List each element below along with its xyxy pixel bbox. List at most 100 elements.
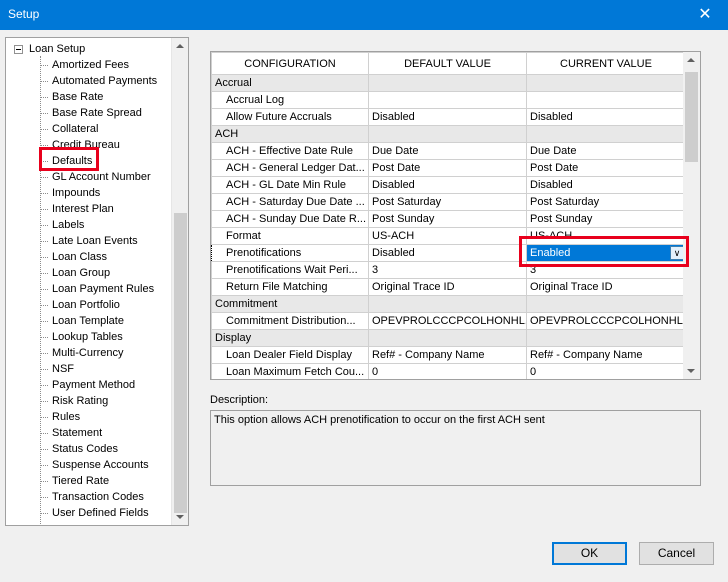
- tree-item-label: Loan Payment Rules: [52, 283, 155, 295]
- table-row[interactable]: Commitment Distribution... OPEVPROLCCCPCO…: [211, 312, 686, 330]
- tree-item[interactable]: Loan Template: [40, 313, 124, 329]
- tree-item-label: NSF: [52, 363, 74, 375]
- tree-connector: [40, 496, 48, 498]
- tree-item[interactable]: Interest Plan: [40, 201, 114, 217]
- tree-connector: [40, 400, 48, 402]
- description-text: This option allows ACH prenotification t…: [210, 410, 701, 486]
- config-cell[interactable]: ACH - GL Date Min Rule: [211, 176, 369, 194]
- tree-item[interactable]: Automated Payments: [40, 73, 157, 89]
- current-value-cell[interactable]: Post Saturday: [526, 193, 686, 211]
- table-row[interactable]: ACH - General Ledger Dat... Post Date Post…: [211, 159, 686, 177]
- tree-item[interactable]: Status Codes: [40, 441, 118, 457]
- config-cell[interactable]: Return File Matching: [211, 278, 369, 296]
- config-cell[interactable]: Accrual Log: [211, 91, 369, 109]
- tree-item-label: Suspense Accounts: [52, 459, 149, 471]
- tree-node-label: Loan Setup: [29, 43, 86, 55]
- tree-item[interactable]: Labels: [40, 217, 84, 233]
- config-cell[interactable]: Prenotifications: [211, 244, 369, 262]
- tree-item[interactable]: Multi-Currency: [40, 345, 124, 361]
- config-cell[interactable]: Allow Future Accruals: [211, 108, 369, 126]
- tree-item[interactable]: Collateral: [40, 121, 98, 137]
- grid-scrollbar[interactable]: [683, 52, 700, 379]
- scroll-thumb[interactable]: [685, 72, 698, 162]
- tree-item[interactable]: Amortized Fees: [40, 57, 129, 73]
- column-header-configuration[interactable]: CONFIGURATION: [211, 52, 369, 75]
- tree-item[interactable]: Loan Class: [40, 249, 107, 265]
- scroll-up-icon[interactable]: [176, 44, 184, 48]
- table-row[interactable]: ACH - Sunday Due Date R... Post Sunday Pos…: [211, 210, 686, 228]
- config-cell[interactable]: Loan Maximum Fetch Cou...: [211, 363, 369, 379]
- cancel-button[interactable]: Cancel: [639, 542, 714, 565]
- tree-item-label: Rules: [52, 411, 81, 423]
- current-value-cell[interactable]: Disabled: [526, 176, 686, 194]
- tree-item[interactable]: Lookup Tables: [40, 329, 123, 345]
- table-row[interactable]: ACH - GL Date Min Rule Disabled Disabled: [211, 176, 686, 194]
- close-icon[interactable]: ✕: [682, 0, 728, 30]
- group-row[interactable]: Display: [211, 329, 686, 347]
- tree-node-loan-setup[interactable]: Loan Setup: [14, 42, 85, 56]
- group-row[interactable]: Commitment: [211, 295, 686, 313]
- scroll-thumb[interactable]: [174, 213, 187, 513]
- column-header-default-value[interactable]: DEFAULT VALUE: [368, 52, 527, 75]
- config-cell[interactable]: Format: [211, 227, 369, 245]
- scroll-up-icon[interactable]: [687, 58, 695, 62]
- tree-item[interactable]: Rules: [40, 409, 80, 425]
- config-cell[interactable]: Prenotifications Wait Peri...: [211, 261, 369, 279]
- current-value-cell[interactable]: OPEVPROLCCCPCOLHONHL...: [526, 312, 686, 330]
- description-label: Description:: [210, 394, 269, 406]
- tree-item-label: User Defined Fields: [52, 507, 149, 519]
- group-row[interactable]: Accrual: [211, 74, 686, 92]
- current-value-cell[interactable]: Post Sunday: [526, 210, 686, 228]
- config-cell[interactable]: ACH - Effective Date Rule: [211, 142, 369, 160]
- table-row[interactable]: ACH - Saturday Due Date ... Post Saturday…: [211, 193, 686, 211]
- config-grid[interactable]: CONFIGURATION DEFAULT VALUE CURRENT VALU…: [210, 51, 701, 380]
- current-value-cell[interactable]: Disabled: [526, 108, 686, 126]
- scroll-down-icon[interactable]: [687, 369, 695, 373]
- config-cell[interactable]: Loan Dealer Field Display: [211, 346, 369, 364]
- table-row[interactable]: ACH - Effective Date Rule Due Date Due Dat…: [211, 142, 686, 160]
- tree-item[interactable]: Impounds: [40, 185, 100, 201]
- tree-item[interactable]: Base Rate Spread: [40, 105, 142, 121]
- current-value-cell[interactable]: Due Date: [526, 142, 686, 160]
- current-value-cell[interactable]: [526, 91, 686, 109]
- config-cell[interactable]: ACH - General Ledger Dat...: [211, 159, 369, 177]
- tree-item-label: Status Codes: [52, 443, 119, 455]
- table-row[interactable]: Return File Matching Original Trace ID Ori…: [211, 278, 686, 296]
- table-row[interactable]: Loan Maximum Fetch Cou... 0 0: [211, 363, 686, 379]
- group-row[interactable]: ACH: [211, 125, 686, 143]
- tree-connector: [40, 112, 48, 114]
- tree-item-label: Transaction Codes: [52, 491, 144, 503]
- column-header-current-value[interactable]: CURRENT VALUE: [526, 52, 686, 75]
- collapse-icon[interactable]: [14, 44, 23, 54]
- tree-scrollbar[interactable]: [171, 38, 188, 525]
- tree-item[interactable]: Base Rate: [40, 89, 103, 105]
- tree-node-tools-setup[interactable]: Tools Setup: [14, 525, 86, 526]
- tree-item[interactable]: Suspense Accounts: [40, 457, 149, 473]
- tree-item[interactable]: Loan Payment Rules: [40, 281, 154, 297]
- tree-item[interactable]: Tiered Rate: [40, 473, 109, 489]
- config-cell[interactable]: ACH - Saturday Due Date ...: [211, 193, 369, 211]
- tree-item[interactable]: Payment Method: [40, 377, 135, 393]
- current-value-cell[interactable]: Ref# - Company Name: [526, 346, 686, 364]
- setup-tree[interactable]: Loan Setup Amortized Fees Automated Payme…: [5, 37, 189, 526]
- tree-item[interactable]: Late Loan Events: [40, 233, 138, 249]
- config-cell[interactable]: Commitment Distribution...: [211, 312, 369, 330]
- table-row[interactable]: Allow Future Accruals Disabled Disabled: [211, 108, 686, 126]
- tree-item[interactable]: Loan Group: [40, 265, 110, 281]
- scroll-down-icon[interactable]: [176, 515, 184, 519]
- tree-connector: [40, 208, 48, 210]
- ok-button[interactable]: OK: [552, 542, 627, 565]
- config-cell[interactable]: ACH - Sunday Due Date R...: [211, 210, 369, 228]
- tree-item[interactable]: NSF: [40, 361, 74, 377]
- current-value-cell[interactable]: Original Trace ID: [526, 278, 686, 296]
- tree-item[interactable]: GL Account Number: [40, 169, 151, 185]
- current-value-cell[interactable]: 0: [526, 363, 686, 379]
- tree-item[interactable]: Statement: [40, 425, 102, 441]
- current-value-cell[interactable]: Post Date: [526, 159, 686, 177]
- table-row[interactable]: Loan Dealer Field Display Ref# - Company …: [211, 346, 686, 364]
- tree-item[interactable]: Risk Rating: [40, 393, 108, 409]
- tree-item[interactable]: Transaction Codes: [40, 489, 144, 505]
- tree-item[interactable]: Loan Portfolio: [40, 297, 120, 313]
- tree-item[interactable]: User Defined Fields: [40, 505, 149, 521]
- table-row[interactable]: Accrual Log: [211, 91, 686, 109]
